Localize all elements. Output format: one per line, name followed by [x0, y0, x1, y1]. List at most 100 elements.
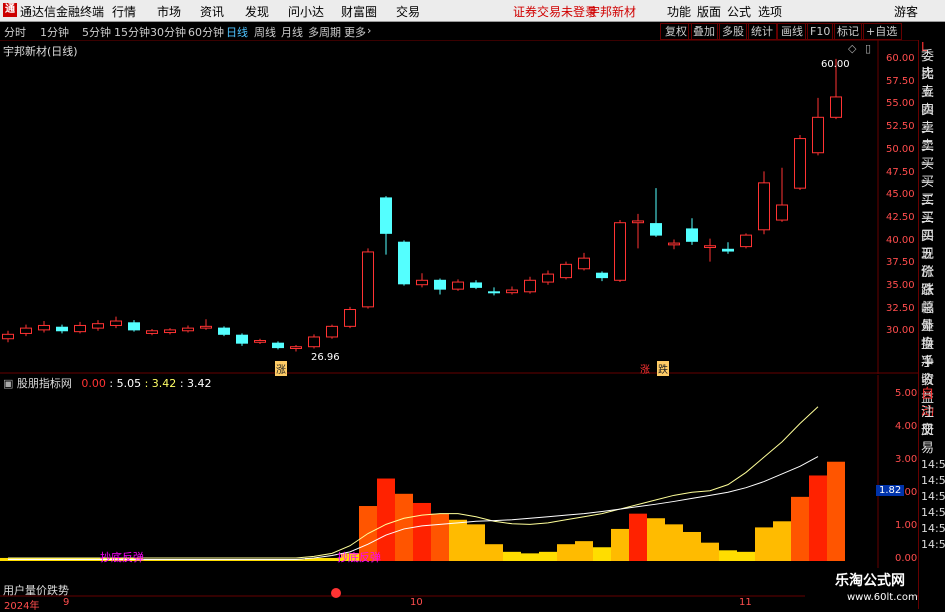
menu-item-trade[interactable]: 交易 [396, 3, 420, 20]
period-15min[interactable]: 15分钟 [114, 24, 150, 40]
menu-item-news[interactable]: 资讯 [200, 3, 224, 20]
candle-body [182, 327, 194, 332]
right-info-column: L 委比 卖五 卖四 卖三 卖二 卖一 买一 买二 买三 买四 买五 现价 涨跌… [918, 40, 945, 609]
multi-stock-button[interactable]: 多股 [717, 23, 749, 40]
marker-down-badge[interactable]: 跌 [657, 361, 669, 376]
stock-name-header: 宇邦新材 [588, 5, 637, 19]
overlay-button[interactable]: 叠加 [688, 23, 720, 40]
indicator-bar [629, 513, 647, 561]
candle-body [290, 346, 302, 349]
menu-item-function[interactable]: 功能 [667, 3, 691, 20]
candle-body [362, 251, 374, 308]
guest-label[interactable]: 游客 [894, 3, 918, 20]
period-intraday[interactable]: 分时 [4, 24, 26, 40]
annotation-label: 抄底反弹 [337, 551, 381, 564]
candle-body [452, 281, 464, 290]
period-5min[interactable]: 5分钟 [82, 24, 111, 40]
y-tick-label: 30.00 [886, 325, 915, 336]
period-monthly[interactable]: 月线 [281, 24, 303, 40]
menu-item-options[interactable]: 选项 [758, 3, 782, 20]
login-warning[interactable]: 证券交易未登录 [513, 3, 597, 20]
menu-bar: 通 通达信金融终端 行情 市场 资讯 发现 问小达 财富圈 交易 证券交易未登录… [0, 0, 945, 22]
period-toolbar: 分时 1分钟 5分钟 15分钟 30分钟 60分钟 日线 周线 月线 多周期 更… [0, 22, 945, 41]
y-tick-label: 57.50 [886, 76, 915, 87]
period-weekly[interactable]: 周线 [254, 24, 276, 40]
f10-button[interactable]: F10 [805, 23, 836, 40]
indicator-bar [773, 521, 791, 561]
menu-item-quotes[interactable]: 行情 [112, 3, 136, 20]
indicator-value-3: : 3.42 [179, 377, 212, 390]
collapse-icon[interactable]: ▣ [3, 377, 13, 390]
sub-y-tick-label: 0.00 [895, 553, 918, 564]
candle-body [92, 323, 104, 329]
candle-body [38, 324, 50, 331]
candle-body [200, 325, 212, 329]
marker-up-text[interactable]: 涨 [640, 361, 650, 376]
indicator-bar [755, 527, 773, 561]
candle-body [218, 327, 230, 335]
period-30min[interactable]: 30分钟 [150, 24, 186, 40]
menu-item-layout[interactable]: 版面 [697, 3, 721, 20]
y-tick-label: 32.50 [886, 303, 915, 314]
period-multi[interactable]: 多周期 [308, 24, 341, 40]
candle-body [236, 334, 248, 344]
indicator-bar [413, 502, 431, 561]
sub-y-tick-label: 1.00 [895, 520, 918, 531]
candle-body [380, 197, 392, 234]
candle-body [596, 272, 608, 279]
high-price-label: 60.00 [821, 59, 850, 70]
period-1min[interactable]: 1分钟 [40, 24, 69, 40]
add-watchlist-button[interactable]: +自选 [861, 23, 903, 40]
sub-y-tick-label: 3.00 [895, 454, 918, 465]
indicator-bar [665, 524, 683, 561]
candle-body [776, 204, 788, 221]
sub-y-tick-label: 5.00 [895, 388, 918, 399]
candle-body [110, 320, 122, 326]
app-title: 通达信金融终端 [20, 5, 105, 19]
candle-body [128, 322, 140, 331]
stats-button[interactable]: 统计 [746, 23, 778, 40]
candle-body [2, 333, 14, 340]
indicator-bar [539, 551, 557, 561]
marker-badge[interactable]: 涨 [275, 361, 287, 376]
menu-item-market[interactable]: 市场 [157, 3, 181, 20]
indicator-bar [611, 528, 629, 561]
candle-body [740, 234, 752, 248]
candle-body [254, 340, 266, 343]
menu-item-discover[interactable]: 发现 [245, 3, 269, 20]
event-dot-icon[interactable] [331, 588, 341, 598]
indicator-bar [485, 544, 503, 561]
candle-body [524, 279, 536, 293]
candle-body [74, 324, 86, 333]
indicator-bar [791, 496, 809, 561]
period-60min[interactable]: 60分钟 [188, 24, 224, 40]
y-tick-label: 45.00 [886, 189, 915, 200]
candle-body [488, 291, 500, 294]
candle-body [164, 329, 176, 334]
draw-line-button[interactable]: 画线 [776, 23, 808, 40]
y-tick-label: 35.00 [886, 280, 915, 291]
menu-item-wealth[interactable]: 财富圈 [341, 3, 377, 20]
candlestick-chart [0, 40, 918, 374]
indicator-bar [647, 518, 665, 561]
indicator-bar [557, 544, 575, 561]
mark-button[interactable]: 标记 [832, 23, 864, 40]
menu-item-ask[interactable]: 问小达 [288, 3, 324, 20]
candle-body [506, 289, 518, 294]
menu-item-formula[interactable]: 公式 [727, 3, 751, 20]
indicator-bar [809, 475, 827, 561]
current-value-badge: 1.82 [876, 485, 905, 496]
trade-label[interactable]: 交易 [921, 422, 945, 458]
chevron-right-icon[interactable]: › [367, 24, 371, 37]
period-daily[interactable]: 日线 [226, 24, 248, 40]
indicator-title: 股朋指标网 [16, 377, 72, 390]
indicator-bar [593, 547, 611, 561]
indicator-value-2: : 3.42 [144, 377, 177, 390]
indicator-bar [827, 461, 845, 561]
bottom-indicator-label: 用户量价跌势 [3, 584, 69, 597]
period-more[interactable]: 更多 [344, 24, 366, 40]
candle-body [578, 257, 590, 270]
indicator-value-1: : 5.05 [109, 377, 142, 390]
time-label: 14:56 [921, 538, 945, 551]
indicator-bar [431, 513, 449, 561]
